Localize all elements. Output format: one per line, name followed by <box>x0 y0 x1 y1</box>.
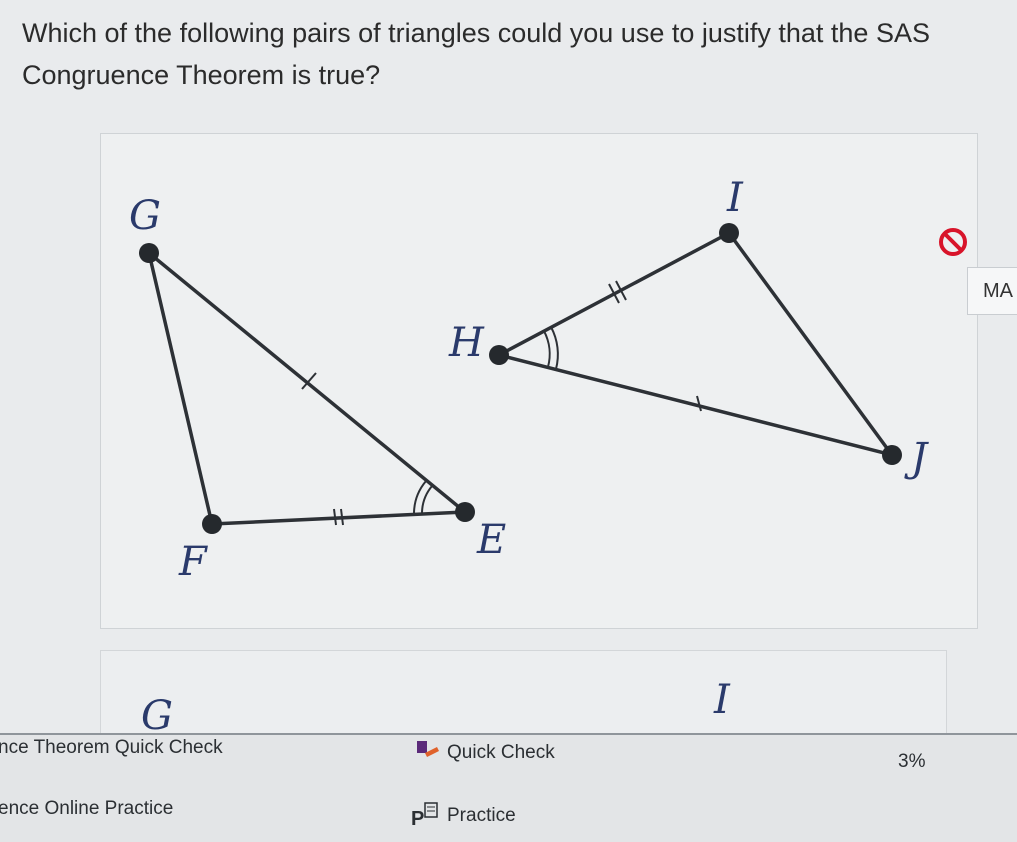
quick-check-link[interactable]: Quick Check <box>447 742 555 764</box>
side-hj <box>498 353 893 457</box>
answer-choice-figure[interactable]: G F E H I J <box>100 133 978 629</box>
label-g: G <box>129 193 161 239</box>
angle-arc-h-1 <box>543 330 551 368</box>
angle-arc-e-1 <box>421 485 433 514</box>
side-ij <box>727 231 894 457</box>
triangle-pair-figure: G F E H I J <box>129 175 929 585</box>
vertex-e <box>455 502 475 522</box>
tick-hj <box>696 395 702 412</box>
svg-text:P: P <box>411 808 424 829</box>
vertex-i <box>719 223 739 243</box>
side-gf <box>147 252 214 525</box>
question-text: Which of the following pairs of triangle… <box>22 18 930 90</box>
vertex-j <box>882 445 902 465</box>
quick-check-left-link[interactable]: nce Theorem Quick Check <box>0 737 223 759</box>
angle-arc-h-2 <box>550 326 559 370</box>
tick-fe-1 <box>333 508 337 526</box>
practice-icon: P <box>411 802 438 829</box>
practice-link[interactable]: Practice <box>447 805 516 827</box>
side-fe <box>211 510 466 526</box>
label-j: J <box>904 435 929 481</box>
label-e: E <box>476 517 506 563</box>
label-h: H <box>448 320 485 366</box>
vertex-h <box>489 345 509 365</box>
side-tab[interactable]: MA <box>967 267 1017 315</box>
taskbar: nce Theorem Quick Check Quick Check 3% e… <box>0 733 1017 842</box>
label-i: I <box>726 175 744 221</box>
triangle-gfe <box>147 251 467 526</box>
tick-fe-2 <box>340 508 344 526</box>
label-i-2: I <box>713 677 731 723</box>
label-f: F <box>178 539 208 585</box>
no-entry-icon[interactable] <box>937 226 969 258</box>
vertex-f <box>202 514 222 534</box>
online-practice-left-link[interactable]: ence Online Practice <box>0 798 173 820</box>
progress-percent: 3% <box>898 751 926 772</box>
quick-check-icon <box>417 741 439 757</box>
vertex-g <box>139 243 159 263</box>
